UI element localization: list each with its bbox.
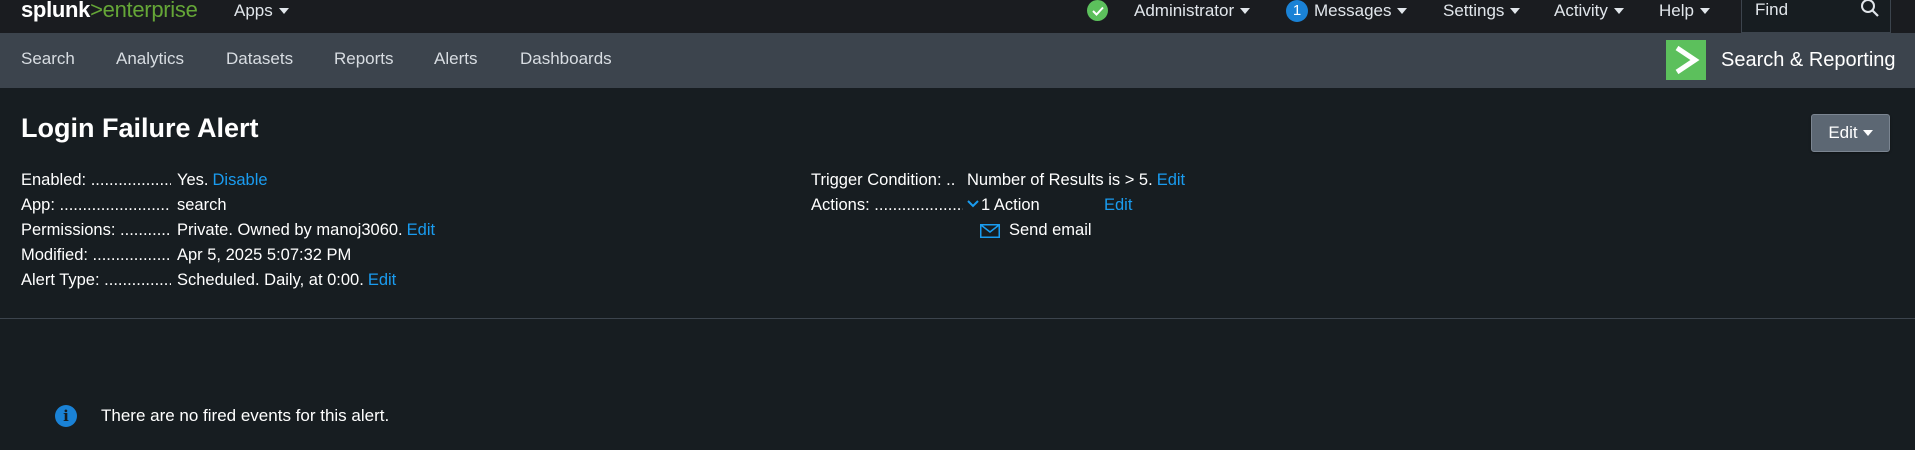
info-icon: i xyxy=(55,405,77,427)
chevron-down-icon xyxy=(1613,8,1624,14)
detail-value: search xyxy=(177,196,227,214)
activity-label: Activity xyxy=(1554,1,1608,20)
nav-alerts[interactable]: Alerts xyxy=(434,49,477,69)
nav-dashboards[interactable]: Dashboards xyxy=(520,49,612,69)
edit-button-label: Edit xyxy=(1828,123,1858,142)
detail-label: Enabled: .................. xyxy=(21,171,171,189)
envelope-icon xyxy=(980,223,1000,243)
administrator-menu[interactable]: Administrator xyxy=(1134,0,1251,22)
nav-reports[interactable]: Reports xyxy=(334,49,394,69)
help-menu[interactable]: Help xyxy=(1659,0,1710,22)
detail-label: Permissions: ........... xyxy=(21,221,171,239)
detail-label: Actions: .................... xyxy=(811,196,963,214)
detail-value-text: Number of Results is > 5. xyxy=(967,171,1153,189)
apps-label: Apps xyxy=(234,1,273,20)
nav-datasets[interactable]: Datasets xyxy=(226,49,293,69)
edit-actions-link[interactable]: Edit xyxy=(1104,195,1132,215)
actions-count: 1 Action xyxy=(981,196,1040,214)
divider xyxy=(0,318,1915,319)
detail-label: Trigger Condition: .. xyxy=(811,171,956,189)
settings-menu[interactable]: Settings xyxy=(1443,0,1521,22)
logo-product: enterprise xyxy=(102,0,198,22)
detail-value-text: Private. Owned by manoj3060. xyxy=(177,221,403,239)
app-title[interactable]: Search & Reporting xyxy=(1721,49,1896,72)
detail-value: Private. Owned by manoj3060. Edit xyxy=(177,220,435,240)
detail-value: Yes. Disable xyxy=(177,170,268,190)
nav-search[interactable]: Search xyxy=(21,49,75,69)
detail-value-text: Yes. xyxy=(177,171,209,189)
logo-text: splunk xyxy=(21,0,91,22)
chevron-down-icon xyxy=(1240,8,1251,14)
settings-label: Settings xyxy=(1443,1,1505,20)
detail-value: Scheduled. Daily, at 0:00. Edit xyxy=(177,270,396,290)
messages-label: Messages xyxy=(1314,1,1392,20)
detail-value: Apr 5, 2025 5:07:32 PM xyxy=(177,246,352,264)
splunk-logo[interactable]: splunk>enterprise xyxy=(21,0,198,22)
edit-schedule-link[interactable]: Edit xyxy=(368,271,396,289)
edit-button[interactable]: Edit xyxy=(1811,114,1890,152)
detail-label: Alert Type: ............... xyxy=(21,271,171,289)
detail-value-text: Scheduled. Daily, at 0:00. xyxy=(177,271,364,289)
page-title: Login Failure Alert xyxy=(21,113,259,143)
disable-link[interactable]: Disable xyxy=(213,171,268,189)
activity-menu[interactable]: Activity xyxy=(1554,0,1624,22)
chevron-down-icon xyxy=(1699,8,1710,14)
find-placeholder: Find xyxy=(1755,0,1789,19)
search-icon[interactable] xyxy=(1860,0,1880,23)
nav-analytics[interactable]: Analytics xyxy=(116,49,184,69)
chevron-down-icon xyxy=(1862,130,1873,136)
find-input[interactable]: Find xyxy=(1741,0,1891,33)
empty-state-message: There are no fired events for this alert… xyxy=(101,406,390,425)
messages-count-badge: 1 xyxy=(1286,0,1308,22)
edit-permissions-link[interactable]: Edit xyxy=(407,221,435,239)
apps-menu[interactable]: Apps xyxy=(234,0,289,22)
app-logo-icon[interactable] xyxy=(1666,40,1706,80)
detail-label: Modified: .................. xyxy=(21,246,171,264)
chevron-down-icon xyxy=(1397,8,1408,14)
chevron-down-icon xyxy=(278,8,289,14)
top-bar: splunk>enterprise Apps Administrator 1 M… xyxy=(0,0,1915,33)
action-item-label: Send email xyxy=(1009,221,1092,239)
detail-value: Number of Results is > 5. Edit xyxy=(967,170,1185,190)
app-bar: Search Analytics Datasets Reports Alerts… xyxy=(0,33,1915,88)
chevron-down-icon[interactable] xyxy=(966,195,980,215)
help-label: Help xyxy=(1659,1,1694,20)
messages-menu[interactable]: 1 Messages xyxy=(1286,0,1408,22)
detail-label: App: .......................... xyxy=(21,196,171,214)
edit-trigger-link[interactable]: Edit xyxy=(1157,171,1185,189)
chevron-down-icon xyxy=(1510,8,1521,14)
administrator-label: Administrator xyxy=(1134,1,1235,20)
logo-separator: > xyxy=(90,0,103,22)
check-circle-icon[interactable] xyxy=(1087,0,1108,21)
